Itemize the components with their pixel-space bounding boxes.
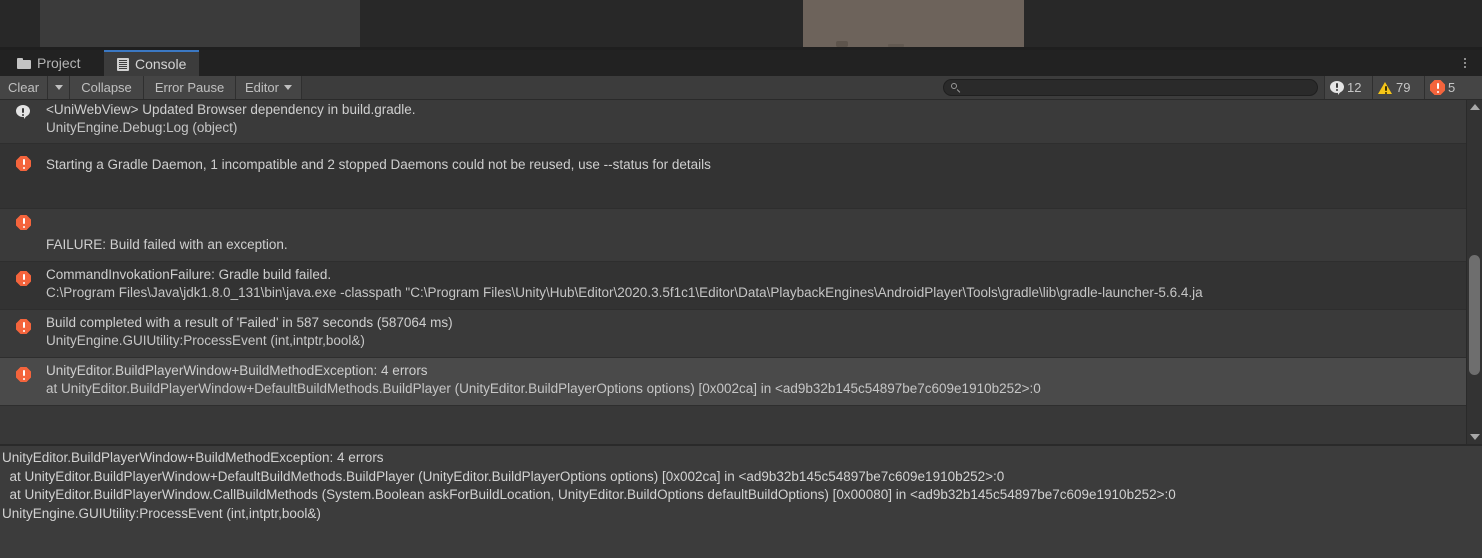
scroll-down-arrow-icon[interactable] <box>1470 434 1480 440</box>
table-row[interactable]: FAILURE: Build failed with an exception. <box>0 209 1466 262</box>
log-message-line: Starting a Gradle Daemon, 1 incompatible… <box>46 157 711 172</box>
warning-count-toggle[interactable]: 79 <box>1372 76 1424 99</box>
stack-trace-detail-pane[interactable]: UnityEditor.BuildPlayerWindow+BuildMetho… <box>0 446 1482 558</box>
log-message-line: <UniWebView> Updated Browser dependency … <box>46 102 416 117</box>
chevron-down-icon <box>283 85 292 90</box>
error-pause-toggle[interactable]: Error Pause <box>144 76 236 99</box>
table-row[interactable]: <UniWebView> Updated Browser dependency … <box>0 100 1466 144</box>
log-message-line: UnityEditor.BuildPlayerWindow+BuildMetho… <box>46 363 428 378</box>
tab-project[interactable]: Project <box>4 50 94 76</box>
error-count-label: 5 <box>1448 80 1456 95</box>
stack-trace-line: at UnityEditor.BuildPlayerWindow+Default… <box>2 468 1005 484</box>
scrollbar-thumb[interactable] <box>1469 255 1480 375</box>
table-row[interactable]: UnityEditor.BuildPlayerWindow+BuildMetho… <box>0 358 1466 406</box>
info-count-label: 12 <box>1347 80 1362 95</box>
warning-count-label: 79 <box>1396 80 1411 95</box>
stack-trace-line: at UnityEditor.BuildPlayerWindow.CallBui… <box>2 487 1176 502</box>
console-log-list[interactable]: <UniWebView> Updated Browser dependency … <box>0 100 1466 444</box>
tab-bar: Project Console <box>0 50 1482 76</box>
console-window: Project Console Clear Collapse Error Pau… <box>0 50 1482 558</box>
info-bubble-icon <box>1330 80 1344 95</box>
error-octagon-icon <box>1430 80 1445 95</box>
log-message-line: CommandInvokationFailure: Gradle build f… <box>46 267 332 282</box>
search-field[interactable] <box>943 79 1318 96</box>
stack-trace-line: UnityEditor.BuildPlayerWindow+BuildMetho… <box>2 450 384 465</box>
editor-dropdown-label: Editor <box>245 80 279 95</box>
tab-console-label: Console <box>135 56 187 72</box>
game-view-thumbnail <box>803 0 1024 47</box>
log-stack-line: UnityEngine.GUIUtility:ProcessEvent (int… <box>46 333 365 348</box>
tab-console[interactable]: Console <box>104 50 200 76</box>
log-stack-line: C:\Program Files\Java\jdk1.8.0_131\bin\j… <box>46 285 1203 300</box>
console-icon <box>117 57 129 71</box>
log-list-scrollbar[interactable] <box>1466 100 1482 444</box>
search-input[interactable] <box>964 79 1308 96</box>
table-row[interactable]: CommandInvokationFailure: Gradle build f… <box>0 262 1466 310</box>
search-icon <box>951 83 960 92</box>
chevron-down-icon <box>54 85 63 90</box>
kebab-menu-icon[interactable] <box>1456 54 1474 72</box>
clear-dropdown-button[interactable] <box>48 76 70 99</box>
scene-panel-left <box>40 0 360 47</box>
scene-view-remnant-strip <box>0 0 1482 50</box>
stack-trace-line: UnityEngine.GUIUtility:ProcessEvent (int… <box>2 505 321 521</box>
log-stack-line: UnityEngine.Debug:Log (object) <box>46 120 238 135</box>
console-toolbar: Clear Collapse Error Pause Editor 12 79 <box>0 76 1482 100</box>
log-message-line: FAILURE: Build failed with an exception. <box>46 237 288 252</box>
clear-button[interactable]: Clear <box>0 76 48 99</box>
log-message-line: Build completed with a result of 'Failed… <box>46 315 453 330</box>
table-row[interactable]: Starting a Gradle Daemon, 1 incompatible… <box>0 144 1466 209</box>
scroll-up-arrow-icon[interactable] <box>1470 104 1480 110</box>
editor-dropdown-button[interactable]: Editor <box>236 76 302 99</box>
log-stack-line: at UnityEditor.BuildPlayerWindow+Default… <box>46 381 1041 396</box>
error-count-toggle[interactable]: 5 <box>1424 76 1482 99</box>
warning-triangle-icon <box>1378 81 1393 95</box>
tab-project-label: Project <box>37 55 81 71</box>
table-row[interactable]: Build completed with a result of 'Failed… <box>0 310 1466 358</box>
info-count-toggle[interactable]: 12 <box>1324 76 1372 99</box>
collapse-toggle[interactable]: Collapse <box>70 76 144 99</box>
folder-icon <box>17 57 31 69</box>
